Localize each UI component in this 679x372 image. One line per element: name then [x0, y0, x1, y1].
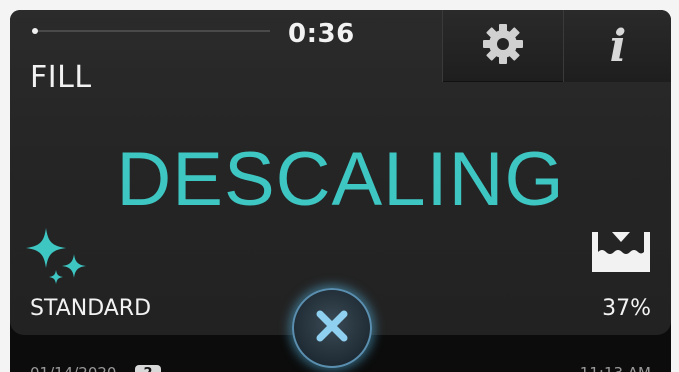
descaler-level-icon [590, 228, 652, 278]
info-button[interactable]: i [563, 10, 671, 82]
status-panel: 0:36 FILL i DESCALING STANDARD 37% [10, 10, 671, 335]
footer-time: 11:13 AM [580, 364, 651, 372]
cycle-phase-label: FILL [30, 60, 92, 95]
cycle-progress-bar [32, 28, 270, 34]
cancel-button[interactable] [292, 288, 372, 368]
close-icon [312, 306, 352, 350]
program-title: DESCALING [116, 137, 565, 222]
notification-badge[interactable]: 2 [135, 365, 161, 372]
gear-icon [482, 23, 524, 69]
descaler-level-percent: 37% [602, 296, 651, 321]
info-icon: i [609, 20, 627, 72]
cycle-progress-fill [32, 28, 38, 34]
elapsed-timer: 0:36 [288, 19, 355, 49]
mode-label: STANDARD [30, 296, 152, 321]
settings-button[interactable] [442, 10, 563, 82]
sparkle-icon [22, 224, 92, 294]
footer-date: 01/14/2020 [30, 364, 116, 372]
